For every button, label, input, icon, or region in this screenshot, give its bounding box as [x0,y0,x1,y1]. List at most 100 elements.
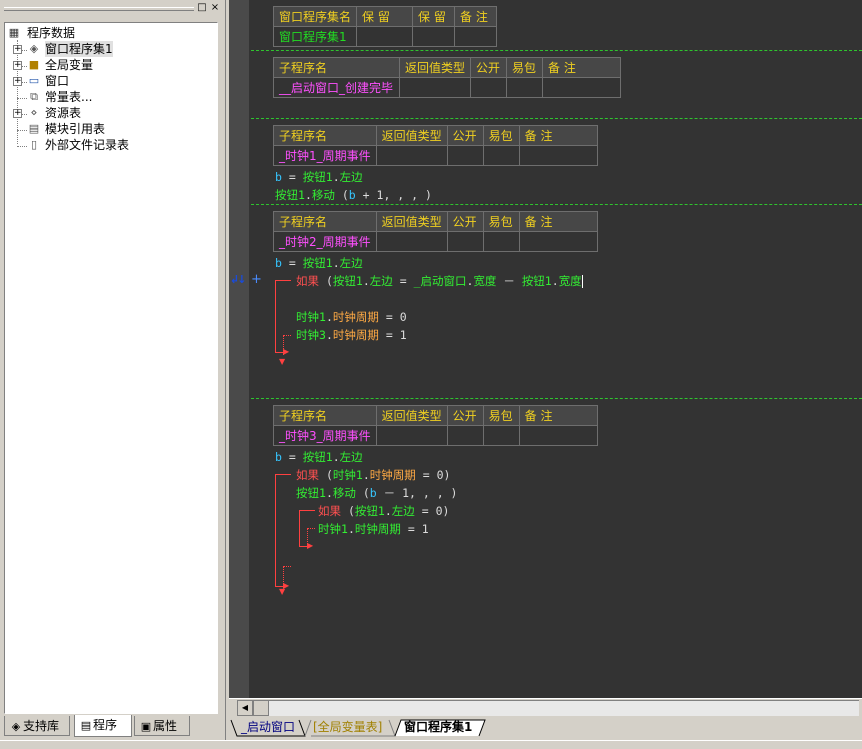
table-cell[interactable] [412,26,456,47]
code-line[interactable]: 时钟3.时钟周期 = 1 [296,327,407,343]
sub-name-cell[interactable]: _时钟3_周期事件 [273,425,377,446]
tree-item-resources[interactable]: ⋄ 资源表 [27,105,207,121]
code-token: = [421,504,429,518]
code-line-if[interactable]: 如果 (按钮1.左边 = 0) [318,503,449,519]
sub-name-cell[interactable]: __启动窗口_创建完毕 [273,77,400,98]
tree-item-program-data[interactable]: ▦ 程序数据 [7,25,207,41]
horizontal-scrollbar[interactable]: ◀ [229,698,862,716]
tree-item-label: 窗口程序集1 [45,41,113,57]
code-line-if[interactable]: 如果 (时钟1.时钟周期 = 0) [296,467,450,483]
table-header: 公开 [470,57,508,78]
scroll-track[interactable] [269,700,859,716]
tree-item-module-references[interactable]: ▤ 模块引用表 [27,121,207,137]
table-cell[interactable] [518,231,598,252]
expand-toggle[interactable]: + [13,45,22,54]
code-line[interactable]: 按钮1.移动 (b － 1, , , ) [296,485,457,501]
tab-properties[interactable]: ▣ 属性 [134,716,190,736]
scroll-left-arrow-icon[interactable]: ◀ [237,700,253,716]
tree-connector [17,98,27,99]
breakpoint-arrow-icon: ↲↓ [230,273,247,286]
properties-icon: ▣ [140,720,152,733]
expand-toggle[interactable]: + [13,109,22,118]
table-cell[interactable] [375,145,448,166]
code-token: 左边 [339,170,363,184]
code-line[interactable]: b = 按钮1.左边 [275,255,363,271]
sub-table: 子程序名 返回值类型 公开 易包 备 注 _时钟3_周期事件 [273,405,598,446]
code-token: , , , ) [409,486,458,500]
table-cell[interactable] [446,145,484,166]
table-header: 返回值类型 [375,405,448,426]
code-token: = [422,468,430,482]
constants-box-icon: ⧉ [30,90,38,103]
table-header: 子程序名 [273,125,377,146]
maximize-button[interactable]: □ [196,2,208,14]
panel-titlebar[interactable]: □ × [4,2,222,16]
tree-item-global-variables[interactable]: ■ 全局变量 [27,57,207,73]
table-cell[interactable] [542,77,622,98]
code-token: 0 [399,310,407,324]
code-keyword: 如果 [296,274,319,288]
expand-plus-icon[interactable]: + [251,272,262,287]
tab-window-assembly[interactable]: 窗口程序集1 [404,718,472,736]
code-line[interactable]: b = 按钮1.左边 [275,449,363,465]
code-line[interactable]: 时钟1.时钟周期 = 1 [318,521,429,537]
sub-name-cell[interactable]: _时钟1_周期事件 [273,145,377,166]
code-token: 左边 [391,504,415,518]
tree-item-window-assembly[interactable]: ◈ 窗口程序集1 [27,41,207,57]
tree-connector [17,130,27,131]
tree-item-external-files[interactable]: ▯ 外部文件记录表 [27,137,207,153]
table-cell[interactable] [470,77,508,98]
code-token: 宽度 [558,274,582,288]
tab-global-variables[interactable]: [全局变量表] [313,718,382,736]
expand-toggle[interactable]: + [13,61,22,70]
table-header: 保 留 [412,6,456,27]
sub-table: 子程序名 返回值类型 公开 易包 备 注 _时钟1_周期事件 [273,125,598,166]
code-token: = [288,450,296,464]
scroll-thumb[interactable] [253,700,269,716]
code-line[interactable]: b = 按钮1.左边 [275,169,363,185]
table-cell[interactable] [375,231,448,252]
tab-support-library[interactable]: ◈ 支持库 [4,716,70,736]
tab-start-window[interactable]: _启动窗口 [241,718,295,736]
tab-program[interactable]: ▤ 程序 [74,715,132,737]
assembly-name-cell[interactable]: 窗口程序集1 [272,26,358,47]
code-line-if[interactable]: 如果 (按钮1.左边 = _启动窗口.宽度 － 按钮1.宽度 [296,273,583,289]
code-token: 0 [435,504,443,518]
code-token: 按钮1 [332,274,363,288]
code-token: . [551,274,559,288]
table-cell[interactable] [506,77,544,98]
table-cell[interactable] [482,145,520,166]
sub-name-cell[interactable]: _时钟2_周期事件 [273,231,377,252]
section-separator [251,398,862,399]
code-line[interactable]: 时钟1.时钟周期 = 0 [296,309,407,325]
table-header: 子程序名 [273,57,400,78]
code-editor[interactable]: ↲↓ + 窗口程序集名 保 留 保 留 备 注 窗口程序集1 子程序名 返回值类… [229,0,862,698]
code-token: = [399,274,407,288]
code-line[interactable]: 按钮1.移动 (b + 1, , , ) [275,187,432,203]
table-cell[interactable] [482,231,520,252]
expand-toggle[interactable]: + [13,77,22,86]
table-header: 易包 [482,211,520,232]
table-header: 易包 [506,57,544,78]
table-cell[interactable] [446,425,484,446]
table-cell[interactable] [398,77,472,98]
code-token: 移动 [332,486,356,500]
tree-item-window[interactable]: ▭ 窗口 [27,73,207,89]
code-token: ( [362,486,370,500]
table-cell[interactable] [482,425,520,446]
table-cell[interactable] [446,231,484,252]
code-keyword: 如果 [296,468,319,482]
table-cell[interactable] [518,145,598,166]
panel-grip[interactable] [4,7,194,11]
table-cell[interactable] [375,425,448,446]
code-token: ) [443,468,451,482]
table-cell[interactable] [518,425,598,446]
resource-icon: ⋄ [30,106,38,119]
table-header: 返回值类型 [375,211,448,232]
code-token: . [332,256,340,270]
table-cell[interactable] [356,26,414,47]
table-cell[interactable] [454,26,498,47]
tree-item-constants[interactable]: ⧉ 常量表... [27,89,207,105]
close-button[interactable]: × [209,2,221,14]
tab-label: 属性 [153,719,178,733]
